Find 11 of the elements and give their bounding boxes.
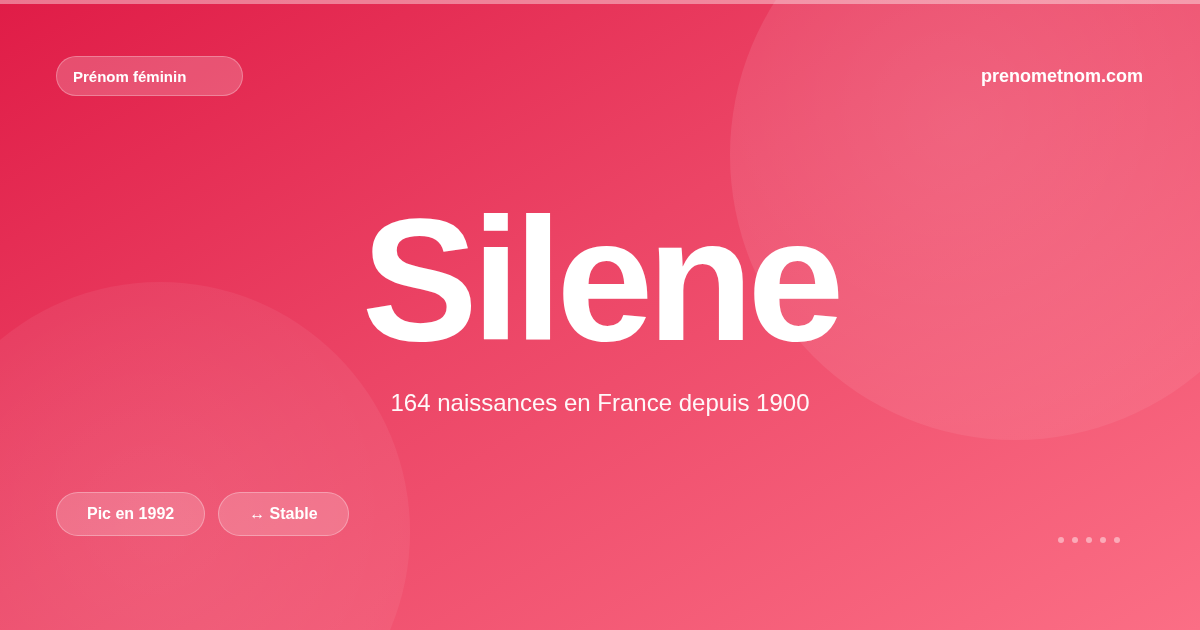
site-name: prenometnom.com — [980, 65, 1143, 87]
gender-tag: Prénom féminin — [56, 56, 243, 96]
name-title: Silene — [361, 193, 839, 368]
stat-tag: Pic en 1992 — [56, 492, 206, 536]
dot-icon — [1114, 537, 1120, 543]
birth-count-text: 164 naissances en France depuis 1900 — [390, 389, 810, 418]
dot-icon — [1086, 537, 1092, 543]
dot-icon — [1058, 537, 1064, 543]
dot-icon — [1072, 537, 1078, 543]
dot-icon — [1100, 537, 1106, 543]
stat-tag: ↔ Stable — [218, 492, 349, 536]
